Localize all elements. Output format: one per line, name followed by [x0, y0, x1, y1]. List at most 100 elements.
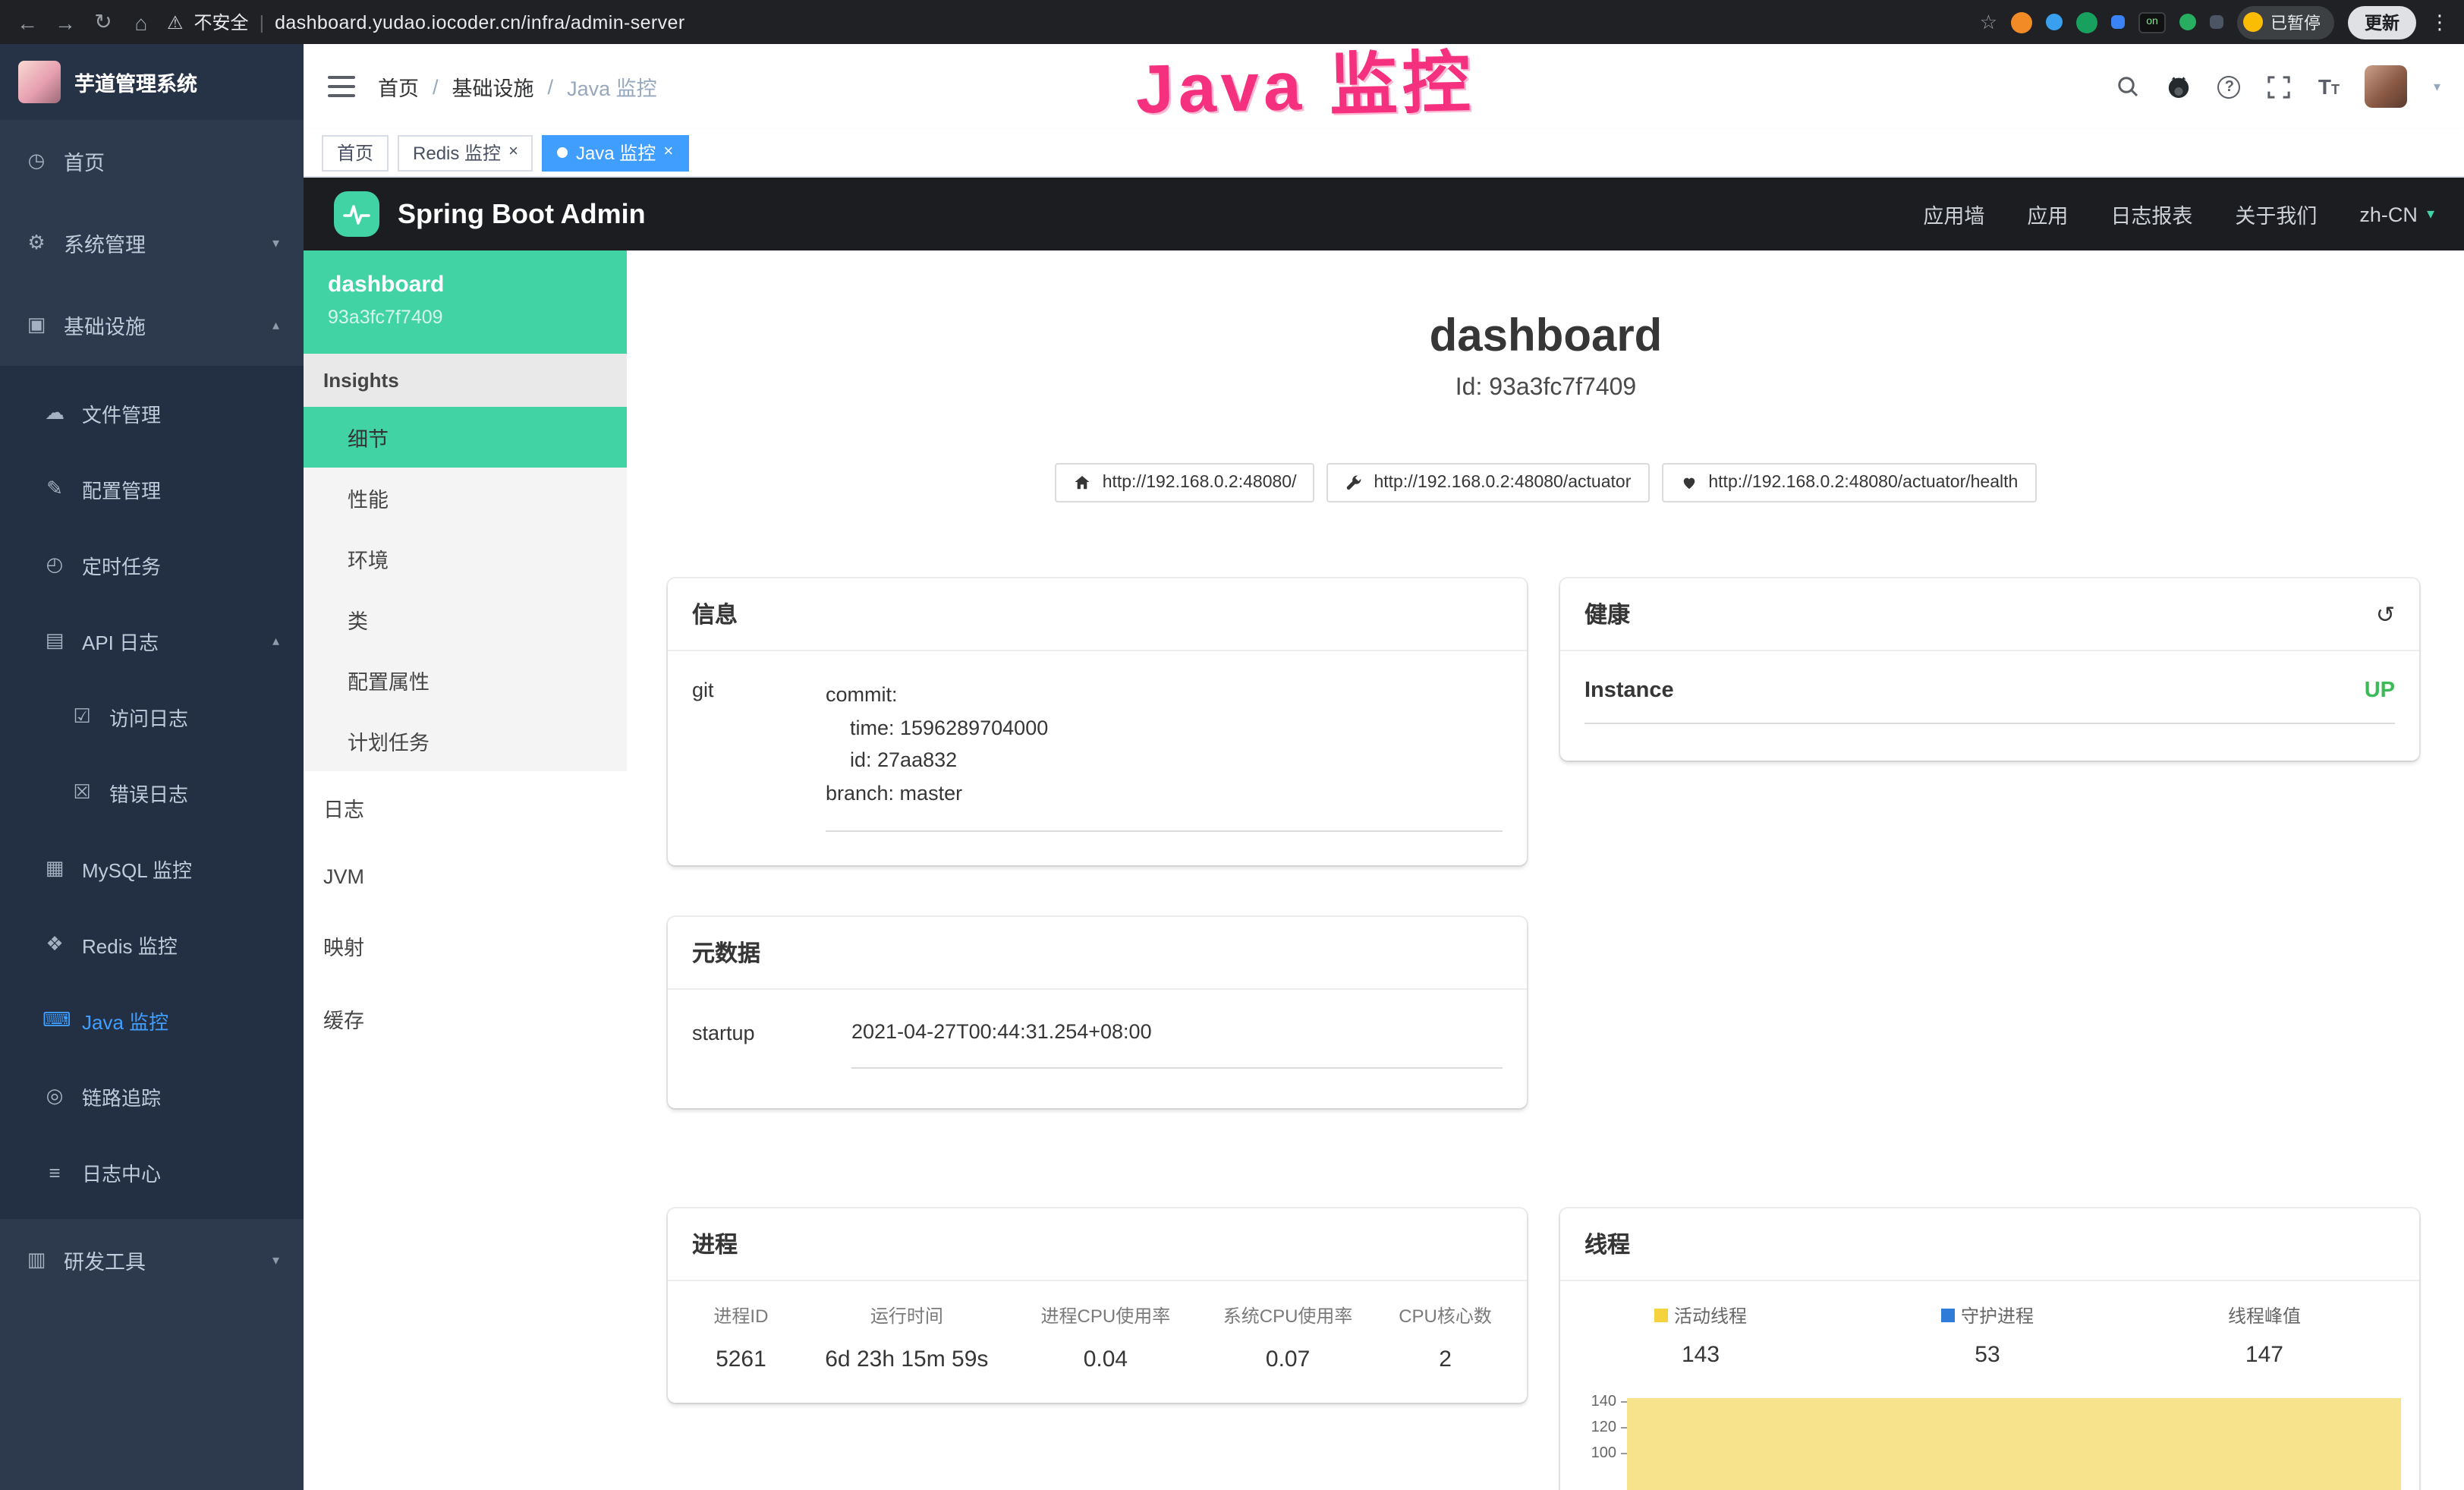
close-icon[interactable]: × [508, 144, 518, 161]
sidebar-item-mysql-monitor[interactable]: ▦ MySQL 监控 [0, 830, 304, 906]
service-url-chip[interactable]: http://192.168.0.2:48080/ [1056, 463, 1315, 502]
sba-item-classes[interactable]: 类 [304, 589, 627, 650]
url-text: dashboard.yudao.iocoder.cn/infra/admin-s… [275, 11, 685, 33]
dashboard-icon: ◷ [24, 149, 49, 173]
sba-item-environment[interactable]: 环境 [304, 528, 627, 589]
app-logo[interactable]: 芋道管理系统 [0, 44, 304, 120]
sba-item-logs[interactable]: 日志 [304, 771, 627, 844]
sba-nav-journal[interactable]: 日志报表 [2110, 199, 2192, 229]
sba-nav-wallboard[interactable]: 应用墙 [1923, 199, 1984, 229]
extension-green-circle-icon[interactable] [2076, 11, 2097, 33]
app-sidebar: 芋道管理系统 ◷ 首页 ⚙ 系统管理 ▾ ▣ 基础设施 ▴ ☁ 文件管理 ✎ 配… [0, 44, 304, 1490]
process-cpu-value: 0.04 [1015, 1347, 1197, 1373]
sba-item-config-props[interactable]: 配置属性 [304, 650, 627, 710]
sba-locale-select[interactable]: zh-CN ▾ [2359, 203, 2434, 225]
home-icon [1074, 474, 1092, 492]
sidebar-item-dev-tools[interactable]: ▥ 研发工具 ▾ [0, 1219, 304, 1301]
legend-active-threads: 活动线程 143 [1654, 1303, 1747, 1369]
sidebar-item-error-log[interactable]: ☒ 错误日志 [0, 754, 304, 830]
bookmark-star-icon[interactable]: ☆ [1980, 10, 1997, 34]
breadcrumb-infrastructure[interactable]: 基础设施 [452, 71, 534, 102]
sba-main: dashboard Id: 93a3fc7f7409 http://192.16… [627, 250, 2464, 1490]
search-icon[interactable] [2115, 74, 2141, 99]
sidebar-item-java-monitor[interactable]: ⌨ Java 监控 [0, 982, 304, 1058]
tab-java-monitor[interactable]: Java 监控 × [543, 134, 688, 171]
sba-item-details[interactable]: 细节 [304, 407, 627, 468]
legend-swatch [1941, 1309, 1955, 1323]
smiley-icon [2243, 12, 2263, 32]
info-value: commit: time: 1596289704000 id: 27aa832 … [826, 679, 1503, 833]
health-url-chip[interactable]: http://192.168.0.2:48080/actuator/health [1661, 463, 2036, 502]
sba-nav-about[interactable]: 关于我们 [2235, 199, 2317, 229]
history-icon[interactable]: ↺ [2376, 600, 2395, 628]
extension-fox-icon[interactable] [2011, 11, 2032, 33]
database-icon: ▦ [42, 856, 67, 880]
extension-grid-icon[interactable] [2111, 15, 2125, 29]
sidebar-item-infrastructure[interactable]: ▣ 基础设施 ▴ [0, 284, 304, 366]
paused-badge[interactable]: 已暂停 [2237, 5, 2334, 39]
sidebar-item-trace[interactable]: ◎ 链路追踪 [0, 1058, 304, 1134]
collapse-sidebar-icon[interactable] [328, 76, 355, 97]
back-icon[interactable]: ← [15, 10, 39, 34]
legend-peak-threads: 线程峰值 147 [2228, 1303, 2301, 1369]
sidebar-item-system[interactable]: ⚙ 系统管理 ▾ [0, 202, 304, 284]
sidebar-item-home[interactable]: ◷ 首页 [0, 120, 304, 202]
tab-home[interactable]: 首页 [322, 134, 389, 171]
sba-item-mappings[interactable]: 映射 [304, 909, 627, 982]
wrench-icon [1345, 474, 1363, 492]
clock-icon: ◴ [42, 553, 67, 577]
chart-plot-area [1627, 1396, 2407, 1490]
sba-item-caches[interactable]: 缓存 [304, 982, 627, 1055]
sidebar-item-access-log[interactable]: ☑ 访问日志 [0, 679, 304, 754]
update-button[interactable]: 更新 [2348, 5, 2416, 39]
sidebar-item-config-management[interactable]: ✎ 配置管理 [0, 451, 304, 527]
sba-nav-applications[interactable]: 应用 [2027, 199, 2068, 229]
sidebar-item-redis-monitor[interactable]: ❖ Redis 监控 [0, 906, 304, 982]
chevron-down-icon[interactable]: ▾ [2434, 78, 2440, 95]
address-bar[interactable]: ⚠ 不安全 | dashboard.yudao.iocoder.cn/infra… [167, 9, 685, 35]
sba-nav-links: 应用墙 应用 日志报表 关于我们 zh-CN ▾ [1923, 199, 2434, 229]
avatar[interactable] [2365, 65, 2408, 108]
home-icon[interactable]: ⌂ [129, 10, 153, 34]
infrastructure-icon: ▣ [24, 313, 49, 337]
breadcrumb-home[interactable]: 首页 [378, 71, 419, 102]
tab-redis-monitor[interactable]: Redis 监控 × [398, 134, 533, 171]
redis-icon: ❖ [42, 932, 67, 956]
sba-sidebar: dashboard 93a3fc7f7409 Insights 细节 性能 环境… [304, 250, 627, 1490]
warning-icon: ⚠ [167, 11, 184, 33]
sba-instance-header[interactable]: dashboard 93a3fc7f7409 [304, 250, 627, 354]
sba-group-insights: Insights [304, 354, 627, 407]
legend-daemon-threads: 守护进程 53 [1941, 1303, 2034, 1369]
sba-logo-icon[interactable] [334, 191, 379, 237]
extension-on-badge[interactable]: on [2138, 11, 2166, 33]
extension-leaf-icon[interactable] [2179, 14, 2196, 30]
font-size-icon[interactable]: TT [2318, 74, 2340, 99]
close-icon[interactable]: × [663, 144, 673, 161]
app-logo-image [18, 61, 61, 103]
github-icon[interactable] [2167, 74, 2192, 99]
sba-item-performance[interactable]: 性能 [304, 468, 627, 528]
sidebar-item-file-management[interactable]: ☁ 文件管理 [0, 375, 304, 451]
sba-item-jvm[interactable]: JVM [304, 844, 627, 909]
active-threads-area [1627, 1399, 2401, 1490]
process-table: 进程ID 运行时间 进程CPU使用率 系统CPU使用率 CPU核心数 5261 … [668, 1282, 1527, 1403]
reload-icon[interactable]: ↻ [91, 9, 115, 35]
forward-icon[interactable]: → [53, 10, 77, 34]
chart-y-axis: 140 120 100 [1584, 1396, 1627, 1490]
sidebar-item-api-log[interactable]: ▤ API 日志 ▴ [0, 603, 304, 679]
help-icon[interactable]: ? [2218, 75, 2241, 98]
sba-brand-title[interactable]: Spring Boot Admin [398, 198, 646, 230]
actuator-url-chip[interactable]: http://192.168.0.2:48080/actuator [1326, 463, 1649, 502]
extension-puzzle-icon[interactable] [2210, 15, 2223, 29]
metadata-card-title: 元数据 [692, 937, 760, 969]
infrastructure-submenu: ☁ 文件管理 ✎ 配置管理 ◴ 定时任务 ▤ API 日志 ▴ ☑ 访问日志 ☒ [0, 366, 304, 1219]
threads-card: 线程 活动线程 143 守护 [1560, 1209, 2419, 1490]
sba-item-scheduled-tasks[interactable]: 计划任务 [304, 710, 627, 771]
address-divider: | [260, 11, 265, 33]
trace-icon: ◎ [42, 1084, 67, 1108]
browser-menu-icon[interactable]: ⋮ [2430, 10, 2450, 34]
sidebar-item-log-center[interactable]: ≡ 日志中心 [0, 1134, 304, 1210]
fullscreen-icon[interactable] [2267, 74, 2292, 99]
sidebar-item-scheduled-tasks[interactable]: ◴ 定时任务 [0, 527, 304, 603]
extension-drop-icon[interactable] [2046, 14, 2063, 30]
